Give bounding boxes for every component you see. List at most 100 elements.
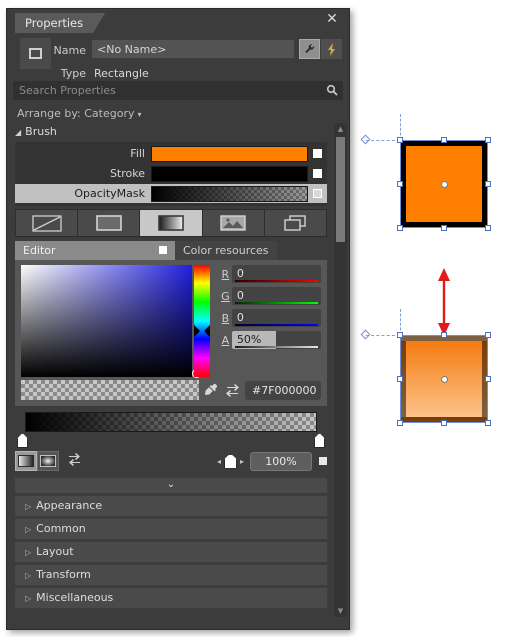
gradient-toolbar: ◂ ▸ 100% (15, 450, 327, 472)
collapse-triangle-icon: ▷ (25, 548, 32, 557)
collapse-triangle-icon: ▷ (25, 594, 32, 603)
search-input[interactable] (13, 81, 343, 100)
category-appearance[interactable]: ▷ Appearance (15, 496, 327, 516)
tab-editor[interactable]: Editor (15, 241, 175, 260)
hex-color-field[interactable]: #7F000000 (245, 380, 321, 400)
resize-handle-se[interactable] (485, 225, 491, 231)
resize-handle-se[interactable] (485, 420, 491, 426)
resize-handle-n[interactable] (441, 332, 447, 338)
snap-guide-anchor (360, 329, 371, 340)
resize-handle-n[interactable] (441, 137, 447, 143)
resize-handle-ne[interactable] (485, 332, 491, 338)
resize-handle-e[interactable] (485, 181, 491, 187)
category-common[interactable]: ▷ Common (15, 519, 327, 539)
stroke-label: Stroke (109, 167, 145, 180)
gradient-advanced-marker[interactable] (319, 457, 327, 465)
collapse-triangle-icon: ▷ (25, 502, 32, 511)
stop-prev-icon[interactable]: ◂ (217, 457, 221, 466)
gradient-stop-indicator[interactable] (223, 453, 237, 469)
r-label: R (221, 267, 230, 281)
type-label: Type (60, 67, 86, 80)
panel-scrollbar[interactable]: ▲ ▼ (334, 123, 347, 617)
snap-guide-horizontal (366, 335, 400, 336)
linear-gradient-button[interactable] (15, 451, 37, 471)
stroke-swatch[interactable] (151, 165, 308, 182)
resize-handle-w[interactable] (397, 376, 403, 382)
snap-guide-anchor (360, 134, 371, 145)
design-canvas (356, 0, 509, 637)
close-icon[interactable]: ✕ (324, 12, 340, 28)
rectangle-shape-top[interactable] (400, 140, 488, 228)
brush-row-opacitymask[interactable]: OpacityMask (15, 184, 327, 203)
category-miscellaneous[interactable]: ▷ Miscellaneous (15, 588, 327, 608)
fill-label: Fill (130, 147, 145, 160)
transform-origin-dot[interactable] (440, 375, 448, 383)
radial-gradient-button[interactable] (37, 451, 59, 471)
resize-handle-sw[interactable] (397, 225, 403, 231)
tile-brush-button[interactable] (202, 210, 265, 236)
resize-handle-nw[interactable] (397, 332, 403, 338)
g-gradient-bar (234, 302, 318, 304)
b-field[interactable]: 0 (231, 309, 321, 327)
collapse-triangle-icon: ▷ (25, 525, 32, 534)
scrollbar-thumb[interactable] (336, 137, 345, 242)
scroll-up-icon[interactable]: ▲ (334, 123, 347, 135)
brush-row-fill[interactable]: Fill (15, 144, 327, 163)
r-field[interactable]: 0 (231, 265, 321, 283)
rectangle-transparent-stroke[interactable] (360, 309, 500, 435)
transform-origin-dot[interactable] (440, 180, 448, 188)
a-field[interactable]: 50% (231, 331, 321, 349)
fill-advanced-marker[interactable] (313, 149, 322, 158)
resize-handle-s[interactable] (441, 420, 447, 426)
tab-color-resources-label: Color resources (183, 244, 269, 257)
stroke-advanced-marker[interactable] (313, 169, 322, 178)
arrange-by-dropdown[interactable]: Arrange by: Category ▾ (7, 104, 349, 123)
gradient-stop-position-field[interactable]: 100% (250, 451, 312, 471)
gradient-stop-bar[interactable] (17, 412, 325, 448)
brush-group-header[interactable]: ◢ Brush (7, 123, 335, 140)
resize-handle-sw[interactable] (397, 420, 403, 426)
solid-brush-button[interactable] (78, 210, 141, 236)
resize-handle-w[interactable] (397, 181, 403, 187)
gradient-stop-start[interactable] (17, 433, 28, 448)
visual-brush-button[interactable] (264, 210, 327, 236)
gradient-brush-button[interactable] (140, 210, 203, 236)
no-brush-button[interactable] (16, 210, 79, 236)
resize-handle-s[interactable] (441, 225, 447, 231)
scroll-down-icon[interactable]: ▼ (334, 605, 347, 617)
gradient-stop-end[interactable] (314, 433, 325, 448)
lightning-bolt-icon[interactable] (321, 39, 342, 59)
swap-colors-icon[interactable] (223, 381, 241, 399)
channel-row-a: A 50% (219, 331, 321, 349)
rectangle-shape-bottom[interactable] (400, 335, 488, 423)
alpha-preview-strip (21, 380, 199, 400)
name-input[interactable] (92, 40, 294, 58)
hue-slider[interactable] (194, 265, 210, 377)
tab-properties[interactable]: Properties (15, 13, 105, 33)
wrench-icon[interactable] (299, 39, 320, 59)
opacitymask-advanced-marker[interactable] (313, 189, 322, 198)
color-editor: R 0 G 0 B 0 A 50% #7F000000 (15, 260, 327, 406)
brush-row-stroke[interactable]: Stroke (15, 164, 327, 183)
category-transform[interactable]: ▷ Transform (15, 565, 327, 585)
fill-swatch[interactable] (151, 145, 308, 162)
category-layout[interactable]: ▷ Layout (15, 542, 327, 562)
resize-handle-e[interactable] (485, 376, 491, 382)
brush-rows: Fill Stroke OpacityMask (15, 142, 327, 206)
eyedropper-icon[interactable] (202, 381, 220, 399)
opacitymask-swatch[interactable] (151, 185, 308, 202)
rectangle-opaque-stroke[interactable] (360, 114, 500, 240)
reverse-gradient-icon[interactable] (66, 452, 83, 471)
editor-pin-icon[interactable] (159, 246, 167, 254)
brush-type-toolbar (15, 209, 327, 237)
chevron-down-icon: ▾ (137, 110, 142, 119)
stop-next-icon[interactable]: ▸ (240, 457, 244, 466)
collapse-editor-chevron[interactable]: ⌄ (15, 478, 327, 493)
search-properties-bar[interactable] (13, 81, 343, 100)
saturation-value-picker[interactable] (21, 265, 201, 378)
resize-handle-nw[interactable] (397, 137, 403, 143)
tab-color-resources[interactable]: Color resources (175, 241, 277, 260)
a-label: A (221, 333, 230, 347)
g-field[interactable]: 0 (231, 287, 321, 305)
resize-handle-ne[interactable] (485, 137, 491, 143)
